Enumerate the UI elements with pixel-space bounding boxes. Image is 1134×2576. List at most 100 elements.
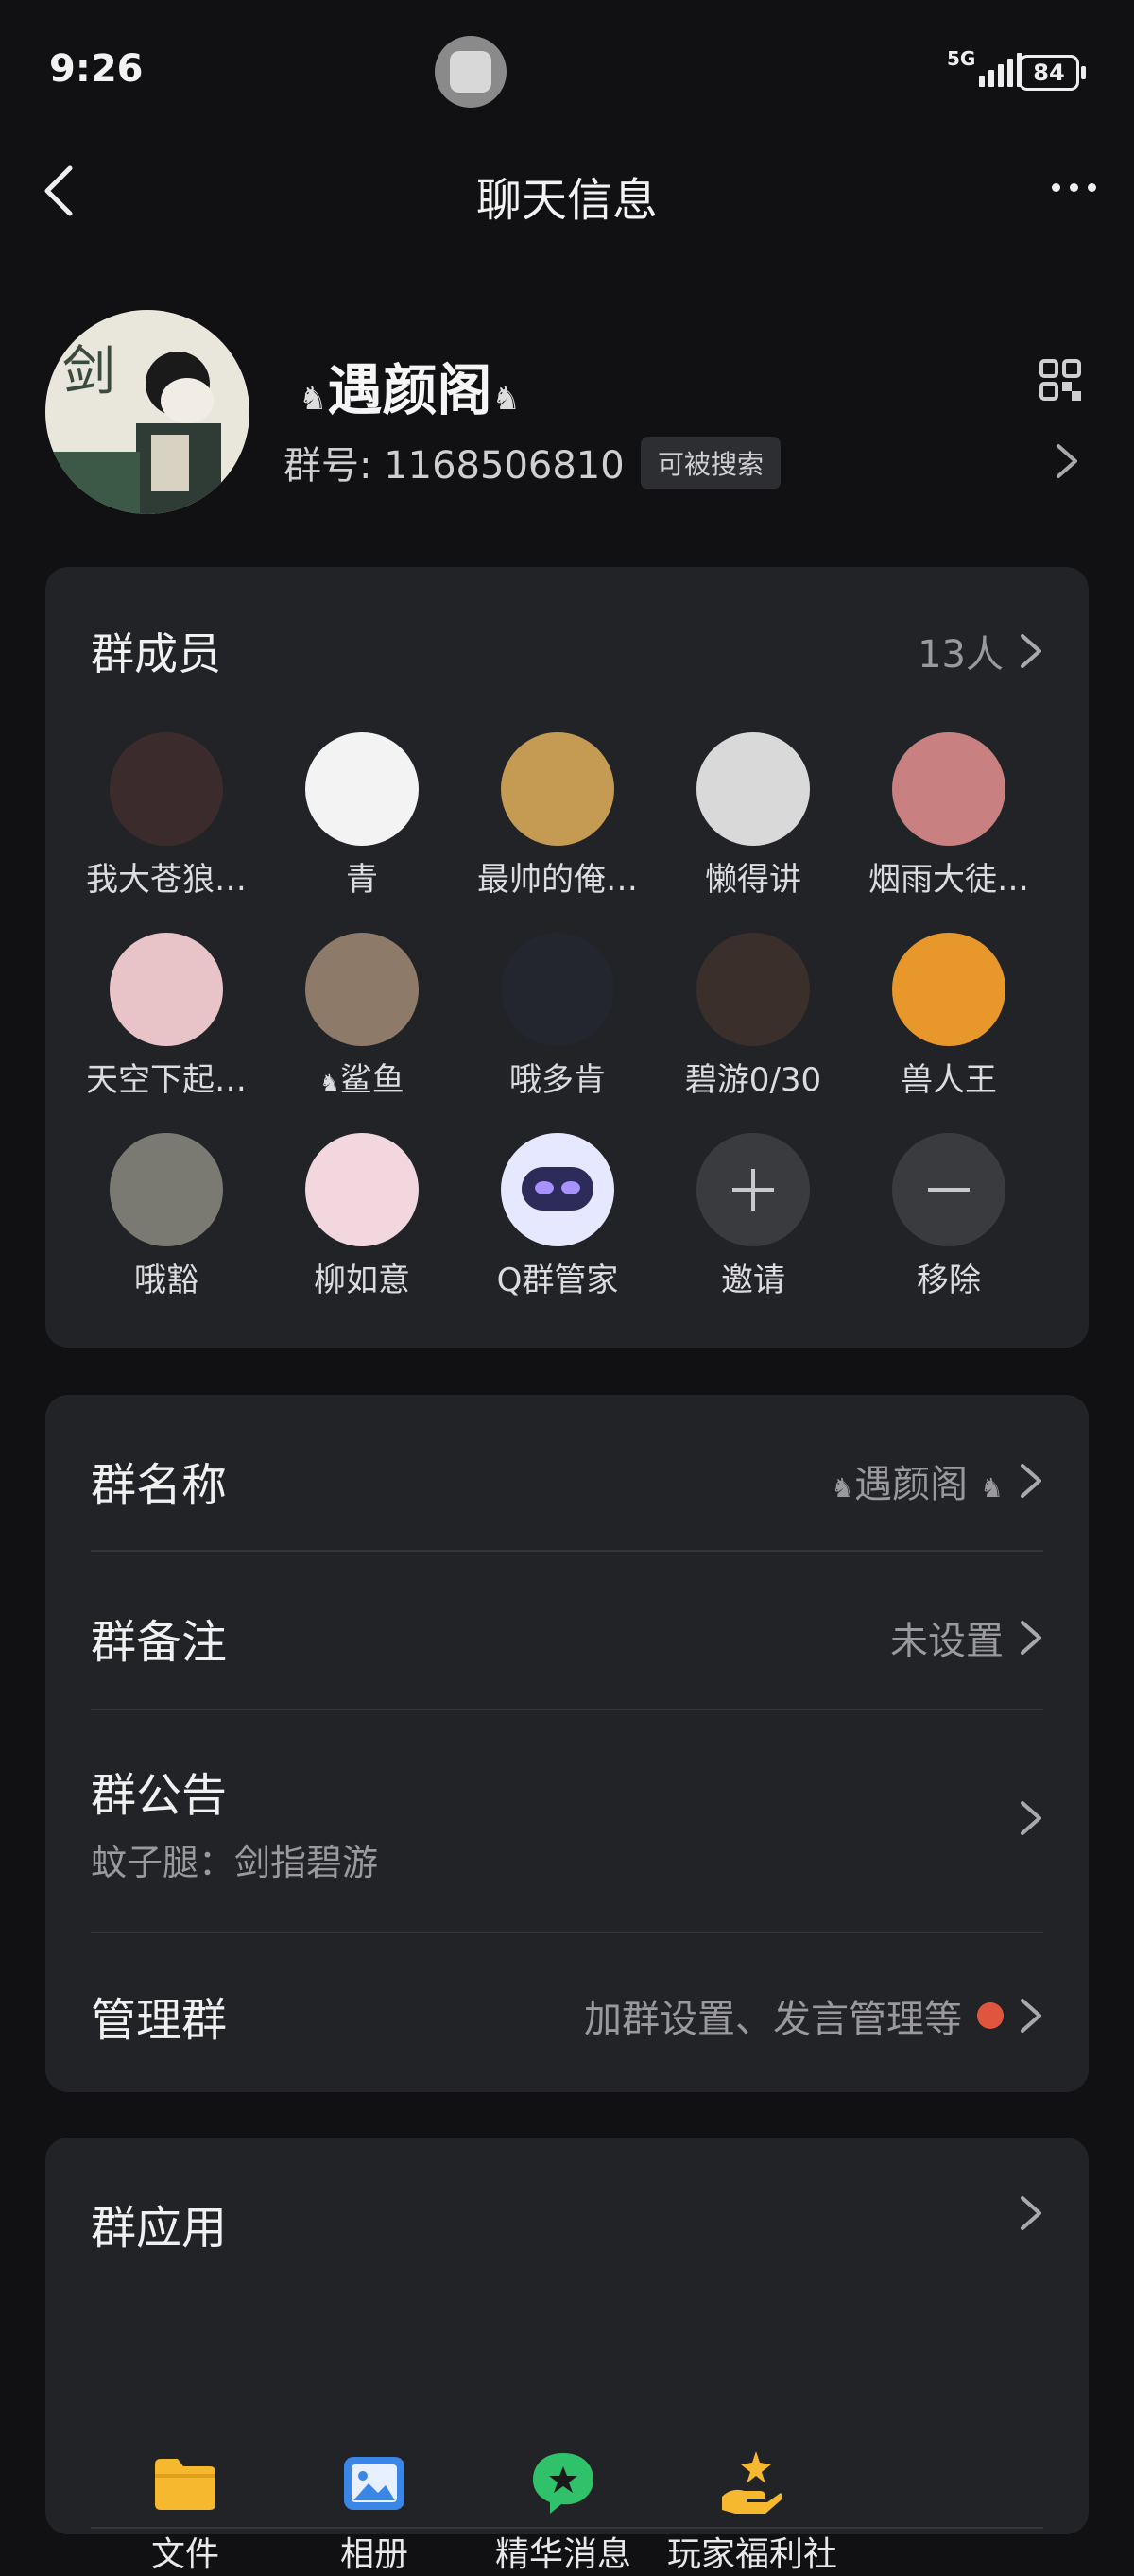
- app-files[interactable]: 文件: [91, 2449, 280, 2576]
- group-apps-link[interactable]: [1019, 2194, 1043, 2232]
- notification-dot: [977, 2002, 1004, 2029]
- app-label: 文件: [150, 2535, 219, 2574]
- member-item[interactable]: ♞鲨鱼: [264, 933, 460, 1100]
- avatar: [305, 1133, 419, 1246]
- group-apps-card: 群应用 文件 相册 精华消息 玩家福利社: [45, 2138, 1089, 2574]
- member-item[interactable]: 碧游0/30: [655, 933, 851, 1100]
- chevron-right-icon: [1055, 442, 1079, 484]
- member-name: 柳如意: [314, 1262, 410, 1299]
- app-essence[interactable]: 精华消息: [469, 2449, 658, 2576]
- avatar: [110, 732, 223, 846]
- settings-card: 群名称 ♞遇颜阁 ♞ 群备注 未设置 群公告 蚊子腿：剑指碧游 管理群 加群设置…: [45, 1395, 1089, 2092]
- members-title: 群成员: [91, 628, 221, 679]
- bunny-icon: ♞: [979, 1472, 1004, 1503]
- app-welfare[interactable]: 玩家福利社: [658, 2449, 847, 2576]
- battery-icon: 84: [1019, 55, 1086, 91]
- avatar: [110, 1133, 223, 1246]
- group-avatar[interactable]: 剑: [45, 310, 249, 514]
- member-item[interactable]: 哦多肯: [459, 933, 656, 1100]
- plus-icon: [696, 1133, 810, 1246]
- avatar: [696, 933, 810, 1046]
- group-id-value: 1168506810: [384, 444, 625, 488]
- member-item[interactable]: 哦豁: [68, 1133, 265, 1300]
- svg-text:剑: 剑: [62, 341, 115, 403]
- gift-hand-icon: [718, 2449, 786, 2517]
- group-name-title: ♞遇颜阁♞: [299, 346, 521, 425]
- nav-bar: 聊天信息: [0, 142, 1134, 236]
- divider: [91, 1550, 1043, 1552]
- member-name: ♞鲨鱼: [319, 1061, 404, 1099]
- member-item[interactable]: 兽人王: [850, 933, 1047, 1100]
- invite-button[interactable]: 邀请: [655, 1133, 851, 1300]
- group-name-label: 群名称: [91, 1459, 228, 1512]
- member-name: 哦多肯: [509, 1061, 606, 1099]
- avatar: [501, 933, 614, 1046]
- divider: [91, 2527, 1043, 2529]
- group-id: 群号: 1168506810: [284, 435, 625, 489]
- chevron-right-icon: [1021, 1464, 1041, 1498]
- manage-group-row[interactable]: 管理群 加群设置、发言管理等: [91, 1983, 1043, 2058]
- group-notice-row[interactable]: 群公告 蚊子腿：剑指碧游: [91, 1758, 1043, 1890]
- robot-avatar: [501, 1133, 614, 1246]
- group-name-row[interactable]: 群名称 ♞遇颜阁 ♞: [91, 1448, 1043, 1523]
- chevron-right-icon: [1021, 1801, 1041, 1835]
- group-notice-preview: 蚊子腿：剑指碧游: [91, 1842, 379, 1883]
- bunny-icon: ♞: [491, 380, 521, 418]
- member-name: 懒得讲: [705, 861, 801, 899]
- avatar: [892, 732, 1005, 846]
- more-button[interactable]: [1052, 183, 1096, 192]
- divider: [91, 1709, 1043, 1710]
- remove-label: 移除: [917, 1262, 981, 1299]
- group-apps-title: 群应用: [91, 2202, 228, 2255]
- group-name-text: 遇颜阁: [327, 358, 492, 422]
- star-chat-icon: [529, 2449, 597, 2517]
- avatar: [696, 732, 810, 846]
- member-item[interactable]: 烟雨大徒…: [850, 732, 1047, 900]
- qr-code-icon[interactable]: [1040, 359, 1081, 401]
- app-album[interactable]: 相册: [280, 2449, 469, 2576]
- member-name: 哦豁: [134, 1262, 198, 1299]
- bunny-icon: ♞: [319, 1070, 340, 1096]
- member-name: 碧游0/30: [684, 1061, 822, 1099]
- searchable-badge: 可被搜索: [641, 437, 782, 489]
- remove-button[interactable]: 移除: [850, 1133, 1047, 1300]
- member-item[interactable]: 青: [264, 732, 460, 900]
- group-notice-label: 群公告: [91, 1769, 228, 1822]
- minus-icon: [892, 1133, 1005, 1246]
- chevron-right-icon: [1021, 1999, 1041, 2033]
- member-item[interactable]: 最帅的俺…: [459, 732, 656, 900]
- member-name: Q群管家: [496, 1262, 619, 1299]
- member-item[interactable]: Q群管家: [459, 1133, 656, 1300]
- member-item[interactable]: 懒得讲: [655, 732, 851, 900]
- folder-icon: [151, 2449, 219, 2517]
- group-name-value: ♞遇颜阁 ♞: [831, 1463, 1004, 1506]
- invite-label: 邀请: [721, 1262, 785, 1299]
- group-remark-row[interactable]: 群备注 未设置: [91, 1605, 1043, 1680]
- member-item[interactable]: 我大苍狼…: [68, 732, 265, 900]
- bunny-icon: ♞: [831, 1472, 855, 1503]
- avatar: [305, 732, 419, 846]
- group-remark-label: 群备注: [91, 1616, 228, 1669]
- chevron-right-icon: [1021, 634, 1041, 668]
- avatar: [892, 933, 1005, 1046]
- chevron-right-icon: [1021, 1621, 1041, 1655]
- member-item[interactable]: 柳如意: [264, 1133, 460, 1300]
- manage-group-value: 加群设置、发言管理等: [584, 1998, 962, 2041]
- members-count: 13人: [918, 633, 1004, 677]
- app-label: 玩家福利社: [666, 2535, 837, 2574]
- network-type: 5G: [947, 47, 976, 70]
- group-id-label: 群号:: [284, 444, 372, 488]
- status-time: 9:26: [49, 47, 144, 91]
- app-label: 精华消息: [494, 2535, 631, 2574]
- group-profile[interactable]: 剑 ♞遇颜阁♞ 群号: 1168506810 可被搜索: [0, 310, 1134, 518]
- members-card: 群成员 13人 我大苍狼… 青 最帅的俺… 懒得讲 烟雨大徒… 天空下起… ♞鲨…: [45, 567, 1089, 1348]
- member-item[interactable]: 天空下起…: [68, 933, 265, 1100]
- avatar: [305, 933, 419, 1046]
- member-name: 我大苍狼…: [86, 861, 247, 899]
- manage-group-label: 管理群: [91, 1994, 228, 2047]
- app-label: 相册: [339, 2535, 408, 2574]
- members-count-link[interactable]: 13人: [918, 624, 1043, 678]
- member-name: 烟雨大徒…: [868, 861, 1029, 899]
- chevron-right-icon: [1021, 2196, 1041, 2230]
- group-remark-value: 未设置: [890, 1620, 1004, 1663]
